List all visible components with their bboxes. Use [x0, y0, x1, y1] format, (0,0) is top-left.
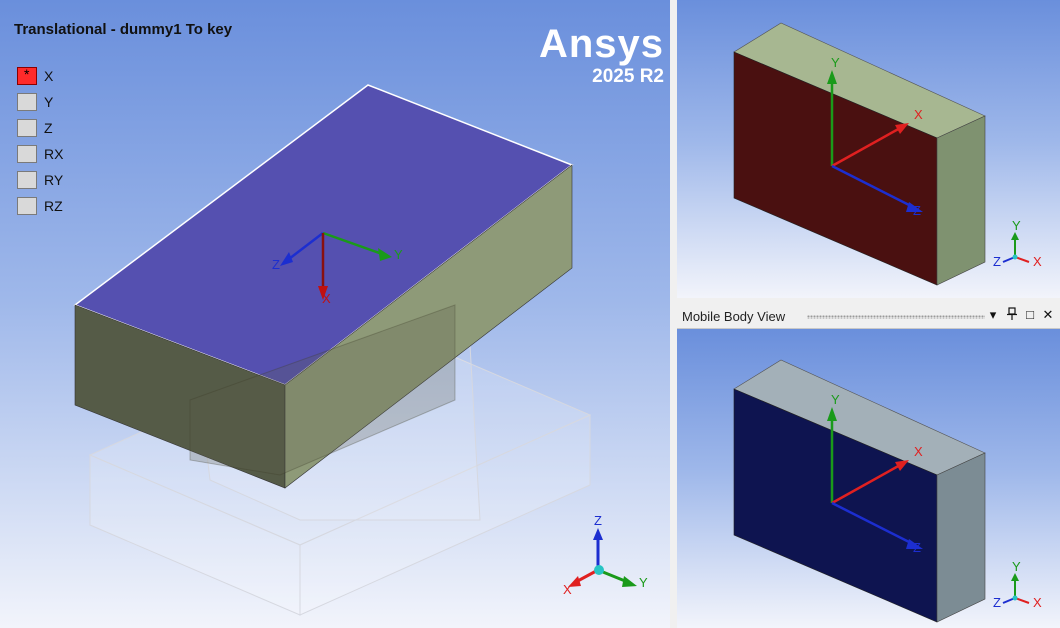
- reference-axis-x-label: X: [914, 107, 923, 122]
- mobile-triad-y-label: Y: [1012, 559, 1021, 574]
- mobile-scene: Y X Z Y X Z: [733, 359, 1042, 623]
- mobile-body-view-header[interactable]: Mobile Body View ▾ □ ✕: [677, 305, 1060, 329]
- dof-label-rx: RX: [44, 146, 64, 162]
- dof-item-x[interactable]: X: [17, 63, 63, 89]
- mobile-body-view-title: Mobile Body View: [682, 309, 786, 324]
- panel-maximize-button[interactable]: □: [1023, 307, 1037, 325]
- panel-close-button[interactable]: ✕: [1041, 307, 1055, 325]
- dof-label-z: Z: [44, 120, 53, 136]
- mobile-axis-z-label: Z: [913, 540, 921, 555]
- dof-item-z[interactable]: Z: [17, 115, 63, 141]
- dof-x-checkbox[interactable]: [17, 66, 37, 85]
- reference-body[interactable]: [733, 22, 986, 286]
- triad-y-label: Y: [639, 575, 648, 590]
- logo-version: 2025 R2: [592, 66, 664, 87]
- mobile-axis-y-label: Y: [831, 392, 840, 407]
- joint-axis-y-label: Y: [394, 247, 403, 262]
- dof-legend: X Y Z RX RY RZ: [17, 63, 63, 219]
- connection-title: Translational - dummy1 To key: [14, 21, 233, 38]
- reference-body-viewport[interactable]: Y X Z Y X Z: [677, 0, 1060, 298]
- mobile-triad[interactable]: [1002, 573, 1030, 604]
- panel-drag-grip[interactable]: [807, 315, 985, 319]
- viewport-splitter-vertical[interactable]: [670, 0, 677, 628]
- mobile-triad-z-label: Z: [993, 595, 1001, 610]
- dof-y-checkbox[interactable]: [17, 93, 37, 111]
- dof-item-rz[interactable]: RZ: [17, 193, 63, 219]
- dof-rz-checkbox[interactable]: [17, 197, 37, 215]
- mobile-body-viewport[interactable]: Y X Z Y X Z: [677, 329, 1060, 628]
- reference-scene: Y X Z Y X Z: [733, 22, 1042, 286]
- reference-axis-z-label: Z: [913, 203, 921, 218]
- panel-dropdown-button[interactable]: ▾: [986, 307, 1000, 325]
- main-graphics-viewport[interactable]: Y Z X Z Y X Translational - dummy1 To ke…: [0, 0, 670, 628]
- logo-name: Ansys: [538, 22, 664, 66]
- mobile-triad-x-label: X: [1033, 595, 1042, 610]
- mobile-body[interactable]: [733, 359, 986, 623]
- dof-z-checkbox[interactable]: [17, 119, 37, 137]
- main-scene: Y Z X Z Y X: [73, 84, 648, 616]
- reference-axis-y-label: Y: [831, 55, 840, 70]
- dof-label-x: X: [44, 68, 54, 84]
- reference-triad-y-label: Y: [1012, 218, 1021, 233]
- mobile-side-face[interactable]: [936, 452, 986, 623]
- reference-triad-x-label: X: [1033, 254, 1042, 269]
- dof-item-ry[interactable]: RY: [17, 167, 63, 193]
- joint-axis-x-label: X: [322, 291, 331, 306]
- dof-ry-checkbox[interactable]: [17, 171, 37, 189]
- joint-axis-z-label: Z: [272, 257, 280, 272]
- triad-x-label: X: [563, 582, 572, 597]
- pin-icon: [1007, 307, 1017, 320]
- dof-rx-checkbox[interactable]: [17, 145, 37, 163]
- reference-triad[interactable]: [1002, 232, 1030, 263]
- reference-triad-z-label: Z: [993, 254, 1001, 269]
- reference-side-face[interactable]: [936, 115, 986, 286]
- triad-z-label: Z: [594, 513, 602, 528]
- mobile-body-view-panel: Mobile Body View ▾ □ ✕ Y X Z Y X Z: [677, 305, 1060, 628]
- dof-label-rz: RZ: [44, 198, 63, 214]
- dof-label-ry: RY: [44, 172, 64, 188]
- dof-item-rx[interactable]: RX: [17, 141, 63, 167]
- panel-pin-button[interactable]: [1005, 307, 1019, 325]
- dof-item-y[interactable]: Y: [17, 89, 63, 115]
- viewport-splitter-horizontal[interactable]: [677, 298, 1060, 305]
- ansys-logo: Ansys 2025 R2: [522, 22, 664, 88]
- global-triad[interactable]: [568, 528, 637, 587]
- dof-label-y: Y: [44, 94, 54, 110]
- mobile-axis-x-label: X: [914, 444, 923, 459]
